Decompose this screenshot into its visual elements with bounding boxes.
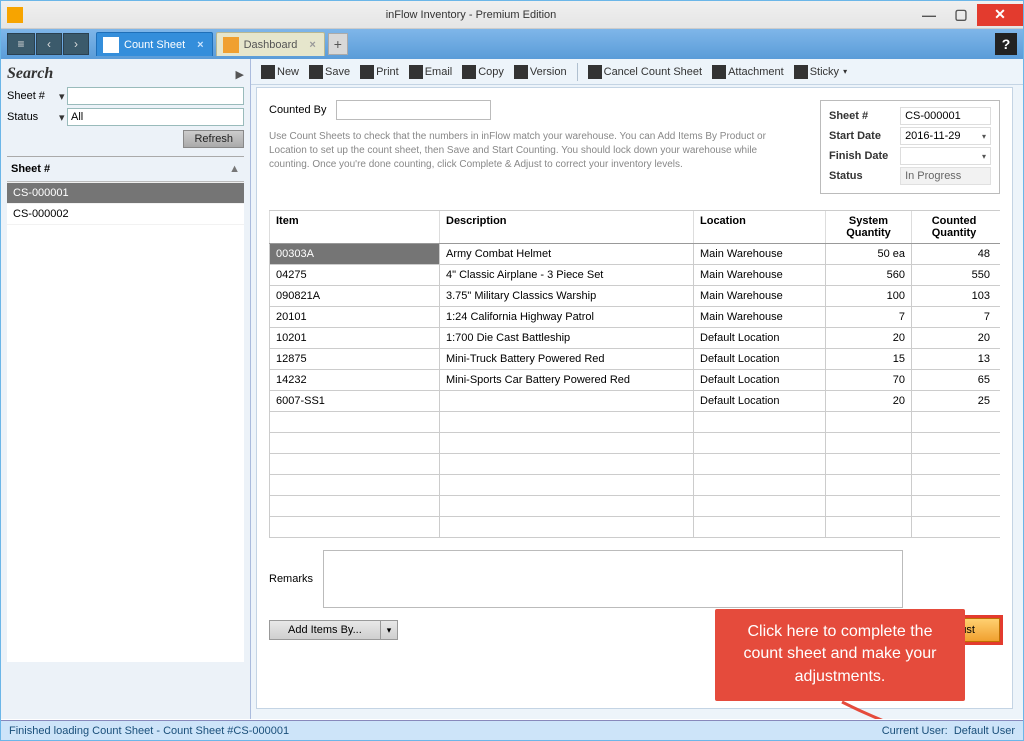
close-button[interactable]: ✕ [977, 4, 1023, 26]
annotation-arrow [837, 700, 1023, 719]
window-title: inFlow Inventory - Premium Edition [29, 9, 913, 21]
sheet-filter-dropdown-icon[interactable]: ▾ [59, 90, 67, 103]
save-icon [309, 65, 323, 79]
toolbar-copy-button[interactable]: Copy [462, 65, 504, 79]
status-filter-dropdown-icon[interactable]: ▾ [59, 111, 67, 124]
new-icon [261, 65, 275, 79]
nav-back-button[interactable]: ‹ [36, 33, 62, 55]
cancel-icon [588, 65, 602, 79]
toolbar-email-button[interactable]: Email [409, 65, 453, 79]
search-status-select[interactable] [67, 108, 244, 126]
dropdown-caret-icon: ▾ [982, 132, 986, 141]
table-row[interactable]: 6007-SS1Default Location2025 [269, 391, 1000, 412]
toolbar-version-button[interactable]: Version [514, 65, 567, 79]
add-tab-button[interactable]: + [328, 33, 348, 55]
list-item[interactable]: CS-000002 [7, 204, 244, 225]
status-user: Default User [954, 725, 1015, 737]
nav-forward-button[interactable]: › [63, 33, 89, 55]
col-system-qty[interactable]: System Quantity [825, 211, 911, 243]
remarks-textarea[interactable] [323, 550, 903, 608]
menu-burger-button[interactable]: ≡ [7, 33, 35, 55]
info-finish-date-picker[interactable]: ▾ [900, 147, 991, 165]
info-sheetnum-label: Sheet # [829, 110, 900, 122]
collapse-search-icon[interactable]: ▶ [236, 68, 244, 81]
table-row[interactable]: 090821A3.75" Military Classics WarshipMa… [269, 286, 1000, 307]
table-row[interactable]: 042754" Classic Airplane - 3 Piece SetMa… [269, 265, 1000, 286]
sort-asc-icon[interactable]: ▲ [229, 163, 240, 175]
annotation-callout: Click here to complete the count sheet a… [715, 609, 965, 701]
table-row[interactable]: 12875Mini-Truck Battery Powered RedDefau… [269, 349, 1000, 370]
search-status-label: Status [7, 111, 59, 123]
maximize-button[interactable]: ▢ [945, 4, 977, 26]
version-icon [514, 65, 528, 79]
search-sheet-label: Sheet # [7, 90, 59, 102]
tab-dashboard[interactable]: Dashboard × [216, 32, 325, 56]
col-item[interactable]: Item [269, 211, 439, 243]
close-tab-icon[interactable]: × [309, 39, 315, 51]
info-start-date-picker[interactable]: 2016-11-29▾ [900, 127, 991, 145]
app-icon [7, 7, 23, 23]
remarks-label: Remarks [269, 573, 313, 585]
toolbar-new-button[interactable]: New [261, 65, 299, 79]
minimize-button[interactable]: — [913, 4, 945, 26]
dropdown-caret-icon: ▾ [982, 152, 986, 161]
table-row[interactable]: 14232Mini-Sports Car Battery Powered Red… [269, 370, 1000, 391]
col-location[interactable]: Location [693, 211, 825, 243]
search-heading: Search [7, 65, 53, 83]
add-items-by-button[interactable]: Add Items By... [269, 620, 381, 640]
table-row[interactable] [269, 412, 1000, 433]
toolbar-print-button[interactable]: Print [360, 65, 399, 79]
toolbar-save-button[interactable]: Save [309, 65, 350, 79]
tab-count-sheet[interactable]: Count Sheet × [96, 32, 213, 56]
list-item[interactable]: CS-000001 [7, 183, 244, 204]
status-user-label: Current User: [882, 725, 948, 737]
table-row[interactable]: 00303AArmy Combat HelmetMain Warehouse50… [269, 244, 1000, 265]
toolbar-attachment-button[interactable]: Attachment [712, 65, 784, 79]
status-left: Finished loading Count Sheet - Count She… [9, 725, 289, 737]
info-sheetnum-input[interactable]: CS-000001 [900, 107, 991, 125]
toolbar-sticky-button[interactable]: Sticky▾ [794, 65, 847, 79]
sheet-list: CS-000001CS-000002 [7, 182, 244, 662]
info-start-label: Start Date [829, 130, 900, 142]
table-row[interactable] [269, 433, 1000, 454]
info-finish-label: Finish Date [829, 150, 900, 162]
help-button[interactable]: ? [995, 33, 1017, 55]
copy-icon [462, 65, 476, 79]
attachment-icon [712, 65, 726, 79]
print-icon [360, 65, 374, 79]
email-icon [409, 65, 423, 79]
table-row[interactable] [269, 517, 1000, 538]
sticky-icon [794, 65, 808, 79]
dashboard-icon [223, 37, 239, 53]
search-sheet-input[interactable] [67, 87, 244, 105]
close-tab-icon[interactable]: × [197, 39, 203, 51]
table-row[interactable] [269, 454, 1000, 475]
refresh-button[interactable]: Refresh [183, 130, 244, 148]
counted-by-input[interactable] [336, 100, 491, 120]
counted-by-label: Counted By [269, 104, 326, 116]
table-row[interactable]: 201011:24 California Highway PatrolMain … [269, 307, 1000, 328]
info-status-value: In Progress [900, 167, 991, 185]
help-text: Use Count Sheets to check that the numbe… [269, 130, 789, 172]
add-items-by-dropdown[interactable]: ▾ [381, 620, 399, 640]
table-row[interactable] [269, 475, 1000, 496]
toolbar-cancel-button[interactable]: Cancel Count Sheet [588, 65, 702, 79]
info-status-label: Status [829, 170, 900, 182]
col-description[interactable]: Description [439, 211, 693, 243]
table-row[interactable] [269, 496, 1000, 517]
table-row[interactable]: 102011:700 Die Cast BattleshipDefault Lo… [269, 328, 1000, 349]
col-counted-qty[interactable]: Counted Quantity [911, 211, 996, 243]
list-header-sheetnum[interactable]: Sheet # [11, 163, 50, 175]
count-sheet-icon [103, 37, 119, 53]
